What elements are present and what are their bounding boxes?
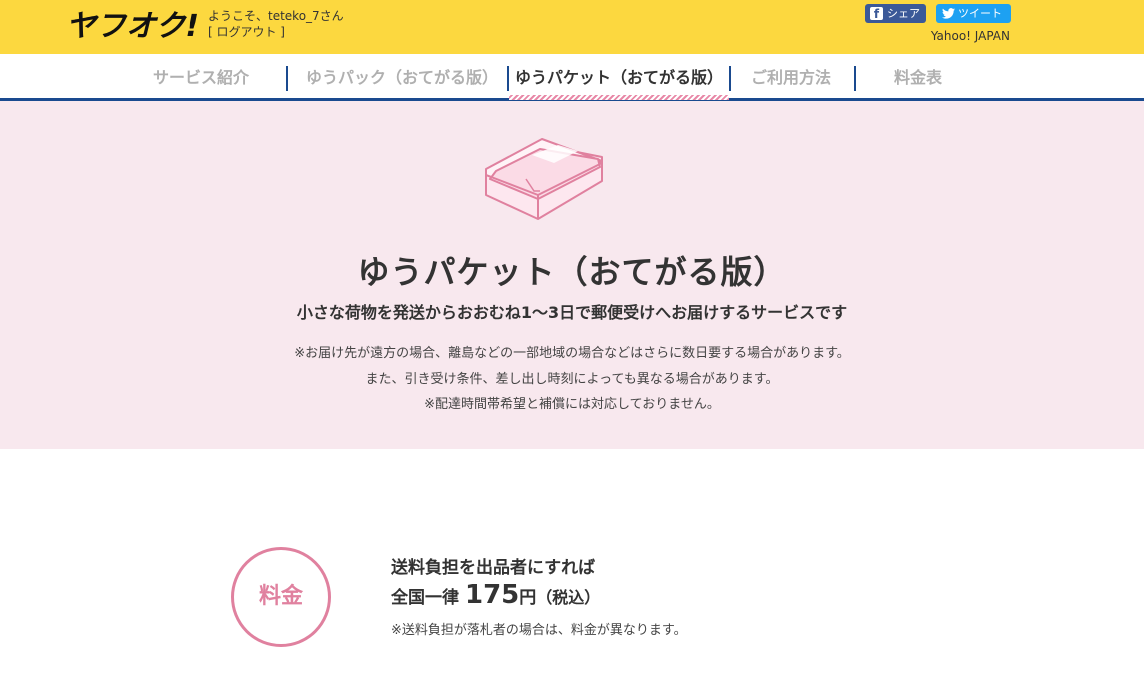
fee-badge: 料金 xyxy=(231,547,331,647)
nav-divider xyxy=(854,66,856,91)
fee-unit: 円 xyxy=(519,588,537,608)
tweet-label: ツイート xyxy=(958,7,1002,20)
page-title: ゆうパケット（おてがる版） xyxy=(357,253,787,291)
hero-section: ゆうパケット（おてがる版） 小さな荷物を発送からおおむね1～3日で郵便受けへお届… xyxy=(0,101,1144,449)
fee-note: ※送料負担が落札者の場合は、料金が異なります。 xyxy=(391,623,687,638)
hero-note: ※配達時間帯希望と補償には対応しておりません。 xyxy=(424,397,720,412)
nav-item-price-list[interactable]: 料金表 xyxy=(870,66,966,92)
fee-price-line: 全国一律 175円（税込） xyxy=(391,580,600,610)
fee-tax: （税込） xyxy=(536,588,601,607)
package-box-icon xyxy=(485,138,603,220)
page-subtitle: 小さな荷物を発送からおおむね1～3日で郵便受けへお届けするサービスです xyxy=(296,303,848,322)
svg-text:ヤフオク!: ヤフオク! xyxy=(66,9,199,41)
nav-item-service-intro[interactable]: サービス紹介 xyxy=(140,66,262,92)
welcome-text: ようこそ、teteko_7さん xyxy=(208,9,344,23)
nav-divider xyxy=(729,66,731,91)
facebook-share-button[interactable]: f シェア xyxy=(865,4,926,23)
yahoo-japan-link[interactable]: Yahoo! JAPAN xyxy=(931,29,1010,43)
fee-price-prefix: 全国一律 xyxy=(391,588,459,608)
hero-note: また、引き受け条件、差し出し時刻によっても異なる場合があります。 xyxy=(365,372,779,387)
nav-item-how-to-use[interactable]: ご利用方法 xyxy=(735,66,847,92)
hero-note: ※お届け先が遠方の場合、離島などの一部地域の場合などはさらに数日要する場合があり… xyxy=(294,346,850,361)
site-header: ヤフオク! ようこそ、teteko_7さん [ ログアウト ] f シェア ツイ… xyxy=(0,0,1144,54)
logout-link[interactable]: [ ログアウト ] xyxy=(208,25,285,39)
share-label: シェア xyxy=(887,7,920,20)
twitter-bird-icon xyxy=(942,8,955,19)
nav-item-yupack[interactable]: ゆうパック（おてがる版） xyxy=(306,66,498,92)
tweet-button[interactable]: ツイート xyxy=(936,4,1011,23)
nav-item-yupacket[interactable]: ゆうパケット（おてがる版） xyxy=(509,66,729,100)
yafuoku-logo[interactable]: ヤフオク! xyxy=(66,7,200,41)
main-nav: サービス紹介 ゆうパック（おてがる版） ゆうパケット（おてがる版） ご利用方法 … xyxy=(0,54,1144,101)
facebook-icon: f xyxy=(870,7,883,21)
fee-price: 175 xyxy=(465,580,520,610)
fee-condition: 送料負担を出品者にすれば xyxy=(391,558,596,578)
nav-divider xyxy=(286,66,288,91)
welcome-area: ようこそ、teteko_7さん [ ログアウト ] xyxy=(208,8,344,40)
